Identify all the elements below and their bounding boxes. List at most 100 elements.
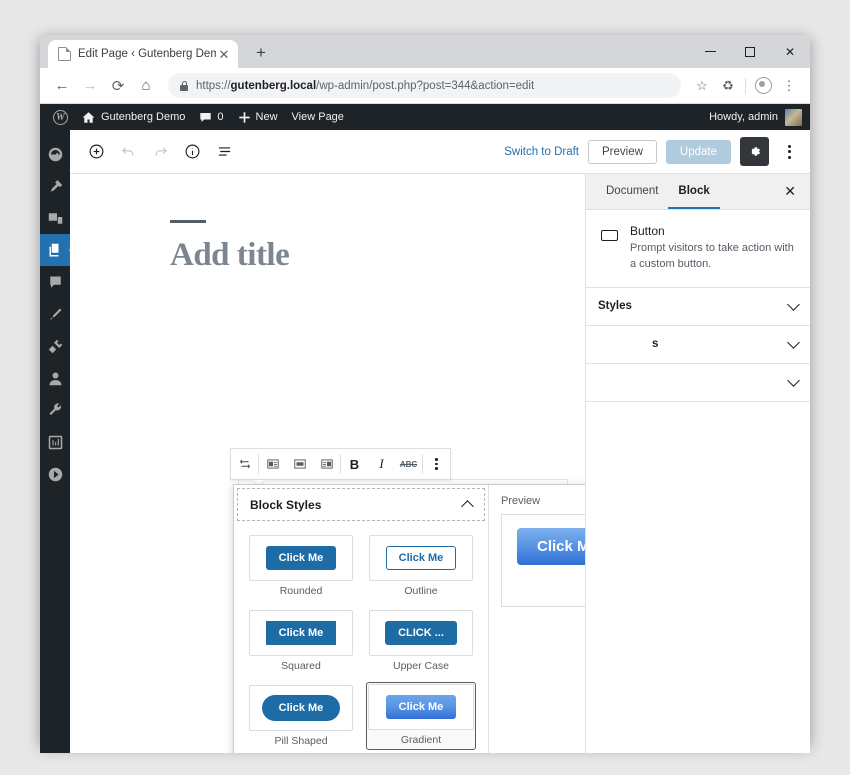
style-option-pill-shaped[interactable]: Click Me Pill Shaped <box>246 682 356 750</box>
panel-title: Styles <box>598 300 632 313</box>
chevron-down-icon[interactable] <box>787 336 800 349</box>
style-button-demo: Click Me <box>385 695 457 720</box>
home-icon[interactable]: ⌂ <box>132 72 160 100</box>
info-icon[interactable] <box>176 136 208 168</box>
sidebar-item-users[interactable] <box>40 362 70 394</box>
chevron-down-icon[interactable] <box>787 374 800 387</box>
extension-icon[interactable]: ♻ <box>715 73 741 99</box>
back-icon[interactable]: ← <box>48 72 76 100</box>
style-option-rounded[interactable]: Click Me Rounded <box>246 532 356 600</box>
tab-block[interactable]: Block <box>668 174 720 209</box>
post-title-input[interactable]: Add title <box>170 237 585 274</box>
chevron-up-icon[interactable] <box>461 500 474 513</box>
switch-to-draft-button[interactable]: Switch to Draft <box>504 146 579 158</box>
maximize-button[interactable] <box>730 35 770 68</box>
preview-button[interactable]: Preview <box>588 139 657 164</box>
settings-sidebar: Document Block ✕ Button Prompt visitors … <box>585 174 810 753</box>
strikethrough-button[interactable]: ABC <box>395 449 422 479</box>
sidebar-item-dashboard[interactable] <box>40 138 70 170</box>
block-card-text: Button Prompt visitors to take action wi… <box>630 224 798 273</box>
minimize-button[interactable] <box>690 35 730 68</box>
style-option-outline[interactable]: Click Me Outline <box>366 532 476 600</box>
browser-tab-title: Edit Page ‹ Gutenberg Demo — \ <box>78 48 216 60</box>
view-page-link[interactable]: View Page <box>285 104 351 130</box>
style-option-upper-case[interactable]: CLICK ... Upper Case <box>366 607 476 675</box>
align-left-icon[interactable] <box>259 449 286 479</box>
chevron-down-icon[interactable] <box>787 298 800 311</box>
browser-menu-icon[interactable]: ⋮ <box>776 73 802 99</box>
redo-icon[interactable] <box>144 136 176 168</box>
add-block-icon[interactable] <box>80 136 112 168</box>
close-icon[interactable]: ✕ <box>780 174 800 209</box>
style-label: Rounded <box>279 585 323 597</box>
list-view-icon[interactable] <box>208 136 240 168</box>
block-transform-icon[interactable] <box>231 449 258 479</box>
sidebar-tabs: Document Block ✕ <box>586 174 810 210</box>
post-title-area: Add title <box>70 174 585 274</box>
address-bar[interactable]: https://gutenberg.local/wp-admin/post.ph… <box>168 73 681 98</box>
bookmark-star-icon[interactable]: ☆ <box>689 73 715 99</box>
block-styles-popover: Block Styles Click Me Rounded Click Me O… <box>233 484 585 753</box>
bold-button[interactable]: B <box>341 449 368 479</box>
undo-icon[interactable] <box>112 136 144 168</box>
align-right-icon[interactable] <box>313 449 340 479</box>
italic-label: I <box>379 456 384 471</box>
new-content-menu[interactable]: New <box>231 104 285 130</box>
browser-tab-strip: Edit Page ‹ Gutenberg Demo — \ ✕ + ✕ <box>40 35 810 68</box>
sidebar-item-comments[interactable] <box>40 266 70 298</box>
style-option-gradient[interactable]: Click Me Gradient <box>366 682 476 750</box>
gear-icon[interactable] <box>740 137 769 166</box>
sidebar-item-posts[interactable] <box>40 170 70 202</box>
italic-button[interactable]: I <box>368 449 395 479</box>
button-block-icon <box>598 224 620 246</box>
panel-styles[interactable]: Styles <box>586 288 810 326</box>
style-preview: Click Me <box>368 684 474 731</box>
bold-label: B <box>349 456 360 472</box>
update-button[interactable]: Update <box>665 139 731 164</box>
panel-second[interactable]: s <box>586 326 810 364</box>
sidebar-item-media[interactable] <box>40 202 70 234</box>
more-vertical-icon[interactable] <box>423 449 450 479</box>
new-tab-button[interactable]: + <box>248 40 274 66</box>
window-controls: ✕ <box>690 35 810 68</box>
block-styles-header[interactable]: Block Styles <box>237 488 485 521</box>
panel-third[interactable] <box>586 364 810 402</box>
profile-icon[interactable] <box>750 73 776 99</box>
editor-body: Add title B I ABC Block Styles Click Me … <box>70 174 810 753</box>
browser-tab[interactable]: Edit Page ‹ Gutenberg Demo — \ ✕ <box>48 40 238 68</box>
editor-header: Switch to Draft Preview Update <box>70 130 810 174</box>
sidebar-item-collapse[interactable] <box>40 458 70 490</box>
toolbar-divider <box>745 77 746 94</box>
forward-icon[interactable]: → <box>76 72 104 100</box>
site-name-menu[interactable]: Gutenberg Demo <box>75 104 192 130</box>
howdy-label: Howdy, admin <box>709 111 778 123</box>
wp-admin-bar: W Gutenberg Demo 0 New View Page Howdy, … <box>40 104 810 130</box>
wp-logo-menu[interactable]: W <box>46 104 75 130</box>
editor-canvas[interactable]: Add title B I ABC Block Styles Click Me … <box>70 174 585 753</box>
tab-document[interactable]: Document <box>596 174 668 209</box>
block-toolbar: B I ABC <box>230 448 451 486</box>
sidebar-item-plugins[interactable] <box>40 330 70 362</box>
avatar <box>785 108 802 126</box>
block-styles-grid: Click Me Rounded Click Me Outline Click … <box>234 524 488 753</box>
block-styles-title: Block Styles <box>250 497 322 512</box>
more-vertical-icon[interactable] <box>778 137 800 166</box>
sidebar-item-tools[interactable] <box>40 394 70 426</box>
reload-icon[interactable]: ⟳ <box>104 72 132 100</box>
sidebar-item-settings[interactable] <box>40 426 70 458</box>
page-icon <box>58 47 71 61</box>
comment-count: 0 <box>217 111 224 123</box>
wp-admin-menu <box>40 130 74 753</box>
sidebar-item-pages[interactable] <box>40 234 74 266</box>
close-icon[interactable]: ✕ <box>216 48 232 61</box>
style-option-squared[interactable]: Click Me Squared <box>246 607 356 675</box>
align-center-icon[interactable] <box>286 449 313 479</box>
account-menu[interactable]: Howdy, admin <box>709 108 810 126</box>
window-close-button[interactable]: ✕ <box>770 35 810 68</box>
title-divider <box>170 220 206 223</box>
comments-menu[interactable]: 0 <box>192 104 230 130</box>
sidebar-item-appearance[interactable] <box>40 298 70 330</box>
style-label: Outline <box>404 585 438 597</box>
block-editor: Switch to Draft Preview Update Add title <box>70 130 810 753</box>
url-domain: gutenberg.local <box>230 79 317 92</box>
